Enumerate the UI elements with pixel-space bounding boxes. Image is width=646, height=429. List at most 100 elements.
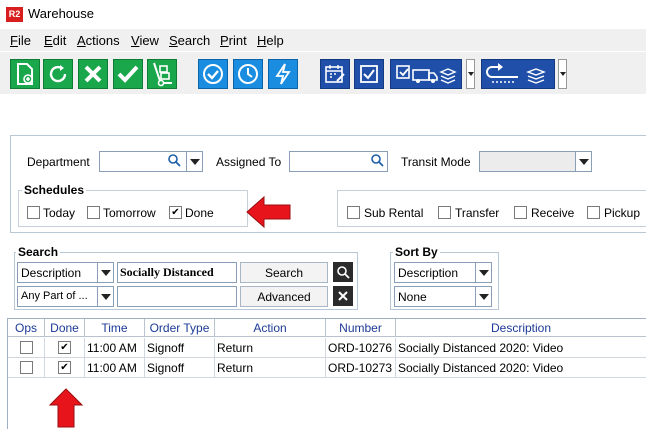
done-cell[interactable]: ✔ xyxy=(45,358,85,377)
ops-checkbox[interactable] xyxy=(19,341,33,354)
checkbox-button[interactable] xyxy=(354,59,384,89)
lightning-button[interactable] xyxy=(268,59,298,89)
menu-help[interactable]: Help xyxy=(257,33,284,48)
check-icon xyxy=(117,65,139,83)
return-button[interactable] xyxy=(481,59,555,89)
chevron-down-icon xyxy=(478,269,489,276)
receive-checkbox[interactable] xyxy=(514,206,527,219)
menu-edit[interactable]: Edit xyxy=(44,33,66,48)
receive-label: Receive xyxy=(531,206,575,220)
window-title: Warehouse xyxy=(28,6,94,21)
sort-primary-combo[interactable]: Description xyxy=(394,262,476,283)
clear-search-button[interactable] xyxy=(333,286,353,306)
today-checkbox[interactable] xyxy=(27,206,40,219)
menu-actions[interactable]: Actions xyxy=(77,33,120,48)
transit-mode-dropdown[interactable] xyxy=(575,151,592,172)
new-document-icon xyxy=(17,63,33,85)
col-header-action[interactable]: Action xyxy=(215,319,326,337)
sort-primary-dropdown[interactable] xyxy=(475,262,492,283)
col-header-order-type[interactable]: Order Type xyxy=(145,319,215,337)
calendar-edit-icon xyxy=(325,65,345,83)
return-icon xyxy=(486,63,546,84)
col-header-time[interactable]: Time xyxy=(85,319,145,337)
menu-view[interactable]: View xyxy=(131,33,159,48)
check-circle-button[interactable] xyxy=(198,59,228,89)
menu-search-rest: earch xyxy=(177,33,211,48)
transit-mode-combo[interactable] xyxy=(479,151,576,172)
approve-button[interactable] xyxy=(113,59,143,89)
col-header-done[interactable]: Done xyxy=(45,319,85,337)
delete-button[interactable] xyxy=(78,59,108,89)
advanced-button[interactable]: Advanced xyxy=(240,286,328,307)
done-label: Done xyxy=(185,206,214,220)
search-field-dropdown[interactable] xyxy=(97,262,114,283)
hand-truck-icon xyxy=(153,62,172,87)
truck-delivery-button[interactable] xyxy=(390,59,462,89)
return-dropdown[interactable] xyxy=(558,59,567,89)
sort-secondary-dropdown[interactable] xyxy=(475,286,492,307)
department-label: Department xyxy=(27,155,90,169)
search-query-value: Socially Distanced xyxy=(120,265,214,279)
col-header-order-type-label: Order Type xyxy=(149,320,210,335)
table-row[interactable]: ✔ 11:00 AM Signoff Return ORD-10273 Soci… xyxy=(8,358,646,377)
search-field-value: Description xyxy=(21,266,82,280)
ops-cell[interactable] xyxy=(8,338,45,357)
col-header-ops-label: Ops xyxy=(14,320,37,335)
search-field-combo[interactable]: Description xyxy=(17,262,98,283)
search-match-dropdown[interactable] xyxy=(97,286,114,307)
assigned-to-label: Assigned To xyxy=(216,155,282,169)
transit-mode-label: Transit Mode xyxy=(401,155,471,169)
tomorrow-checkbox[interactable] xyxy=(87,206,100,219)
sort-secondary-combo[interactable]: None xyxy=(394,286,476,307)
col-header-description[interactable]: Description xyxy=(396,319,646,337)
search-match-combo[interactable]: Any Part of ... xyxy=(17,286,98,307)
col-header-ops[interactable]: Ops xyxy=(8,319,45,337)
col-header-number-label: Number xyxy=(339,320,382,335)
done-checkbox[interactable]: ✔ xyxy=(58,361,71,374)
annotation-arrow-up-icon xyxy=(49,388,83,428)
search-go-button[interactable] xyxy=(333,262,353,282)
order-type-cell: Signoff xyxy=(145,358,215,377)
done-checkbox[interactable]: ✔ xyxy=(169,206,182,219)
search-button[interactable]: Search xyxy=(240,262,328,283)
check-circle-icon xyxy=(203,64,223,84)
checkmark-icon: ✔ xyxy=(171,206,180,218)
done-cell[interactable]: ✔ xyxy=(45,338,85,357)
new-document-button[interactable] xyxy=(10,59,40,89)
sub-rental-checkbox[interactable] xyxy=(347,206,360,219)
col-header-done-label: Done xyxy=(50,320,79,335)
table-row[interactable]: ✔ 11:00 AM Signoff Return ORD-10276 Soci… xyxy=(8,338,646,357)
schedules-title: Schedules xyxy=(22,183,87,197)
col-header-action-label: Action xyxy=(253,320,287,335)
department-dropdown[interactable] xyxy=(186,151,203,172)
chevron-down-icon xyxy=(467,72,474,76)
search-match-value: Any Part of ... xyxy=(21,290,88,302)
app-logo-icon: R2 xyxy=(6,7,23,22)
transfer-checkbox[interactable] xyxy=(438,206,451,219)
ops-checkbox[interactable] xyxy=(19,361,33,374)
action-cell: Return xyxy=(215,358,326,377)
search-icon[interactable] xyxy=(370,153,384,170)
done-checkbox[interactable]: ✔ xyxy=(58,341,71,354)
search-query-input[interactable]: Socially Distanced xyxy=(117,262,237,283)
pickup-checkbox[interactable] xyxy=(587,206,600,219)
truck-delivery-icon xyxy=(396,65,457,84)
filter-panel-top-border xyxy=(10,135,646,136)
filter-panel-left-border xyxy=(10,135,11,233)
refresh-button[interactable] xyxy=(43,59,73,89)
sub-rental-label: Sub Rental xyxy=(364,206,424,220)
clock-button[interactable] xyxy=(233,59,263,89)
search-icon[interactable] xyxy=(167,153,181,170)
search-secondary-input[interactable] xyxy=(117,286,237,307)
col-header-number[interactable]: Number xyxy=(326,319,396,337)
hand-truck-button[interactable] xyxy=(147,59,177,89)
truck-delivery-dropdown[interactable] xyxy=(466,59,475,89)
menu-print[interactable]: Print xyxy=(220,33,247,48)
ops-cell[interactable] xyxy=(8,358,45,377)
chevron-down-icon xyxy=(100,293,111,300)
checkmark-icon: ✔ xyxy=(60,341,69,353)
delete-icon xyxy=(84,65,102,83)
calendar-edit-button[interactable] xyxy=(320,59,350,89)
menu-file[interactable]: File xyxy=(10,33,31,48)
menu-search[interactable]: Search xyxy=(169,33,210,48)
